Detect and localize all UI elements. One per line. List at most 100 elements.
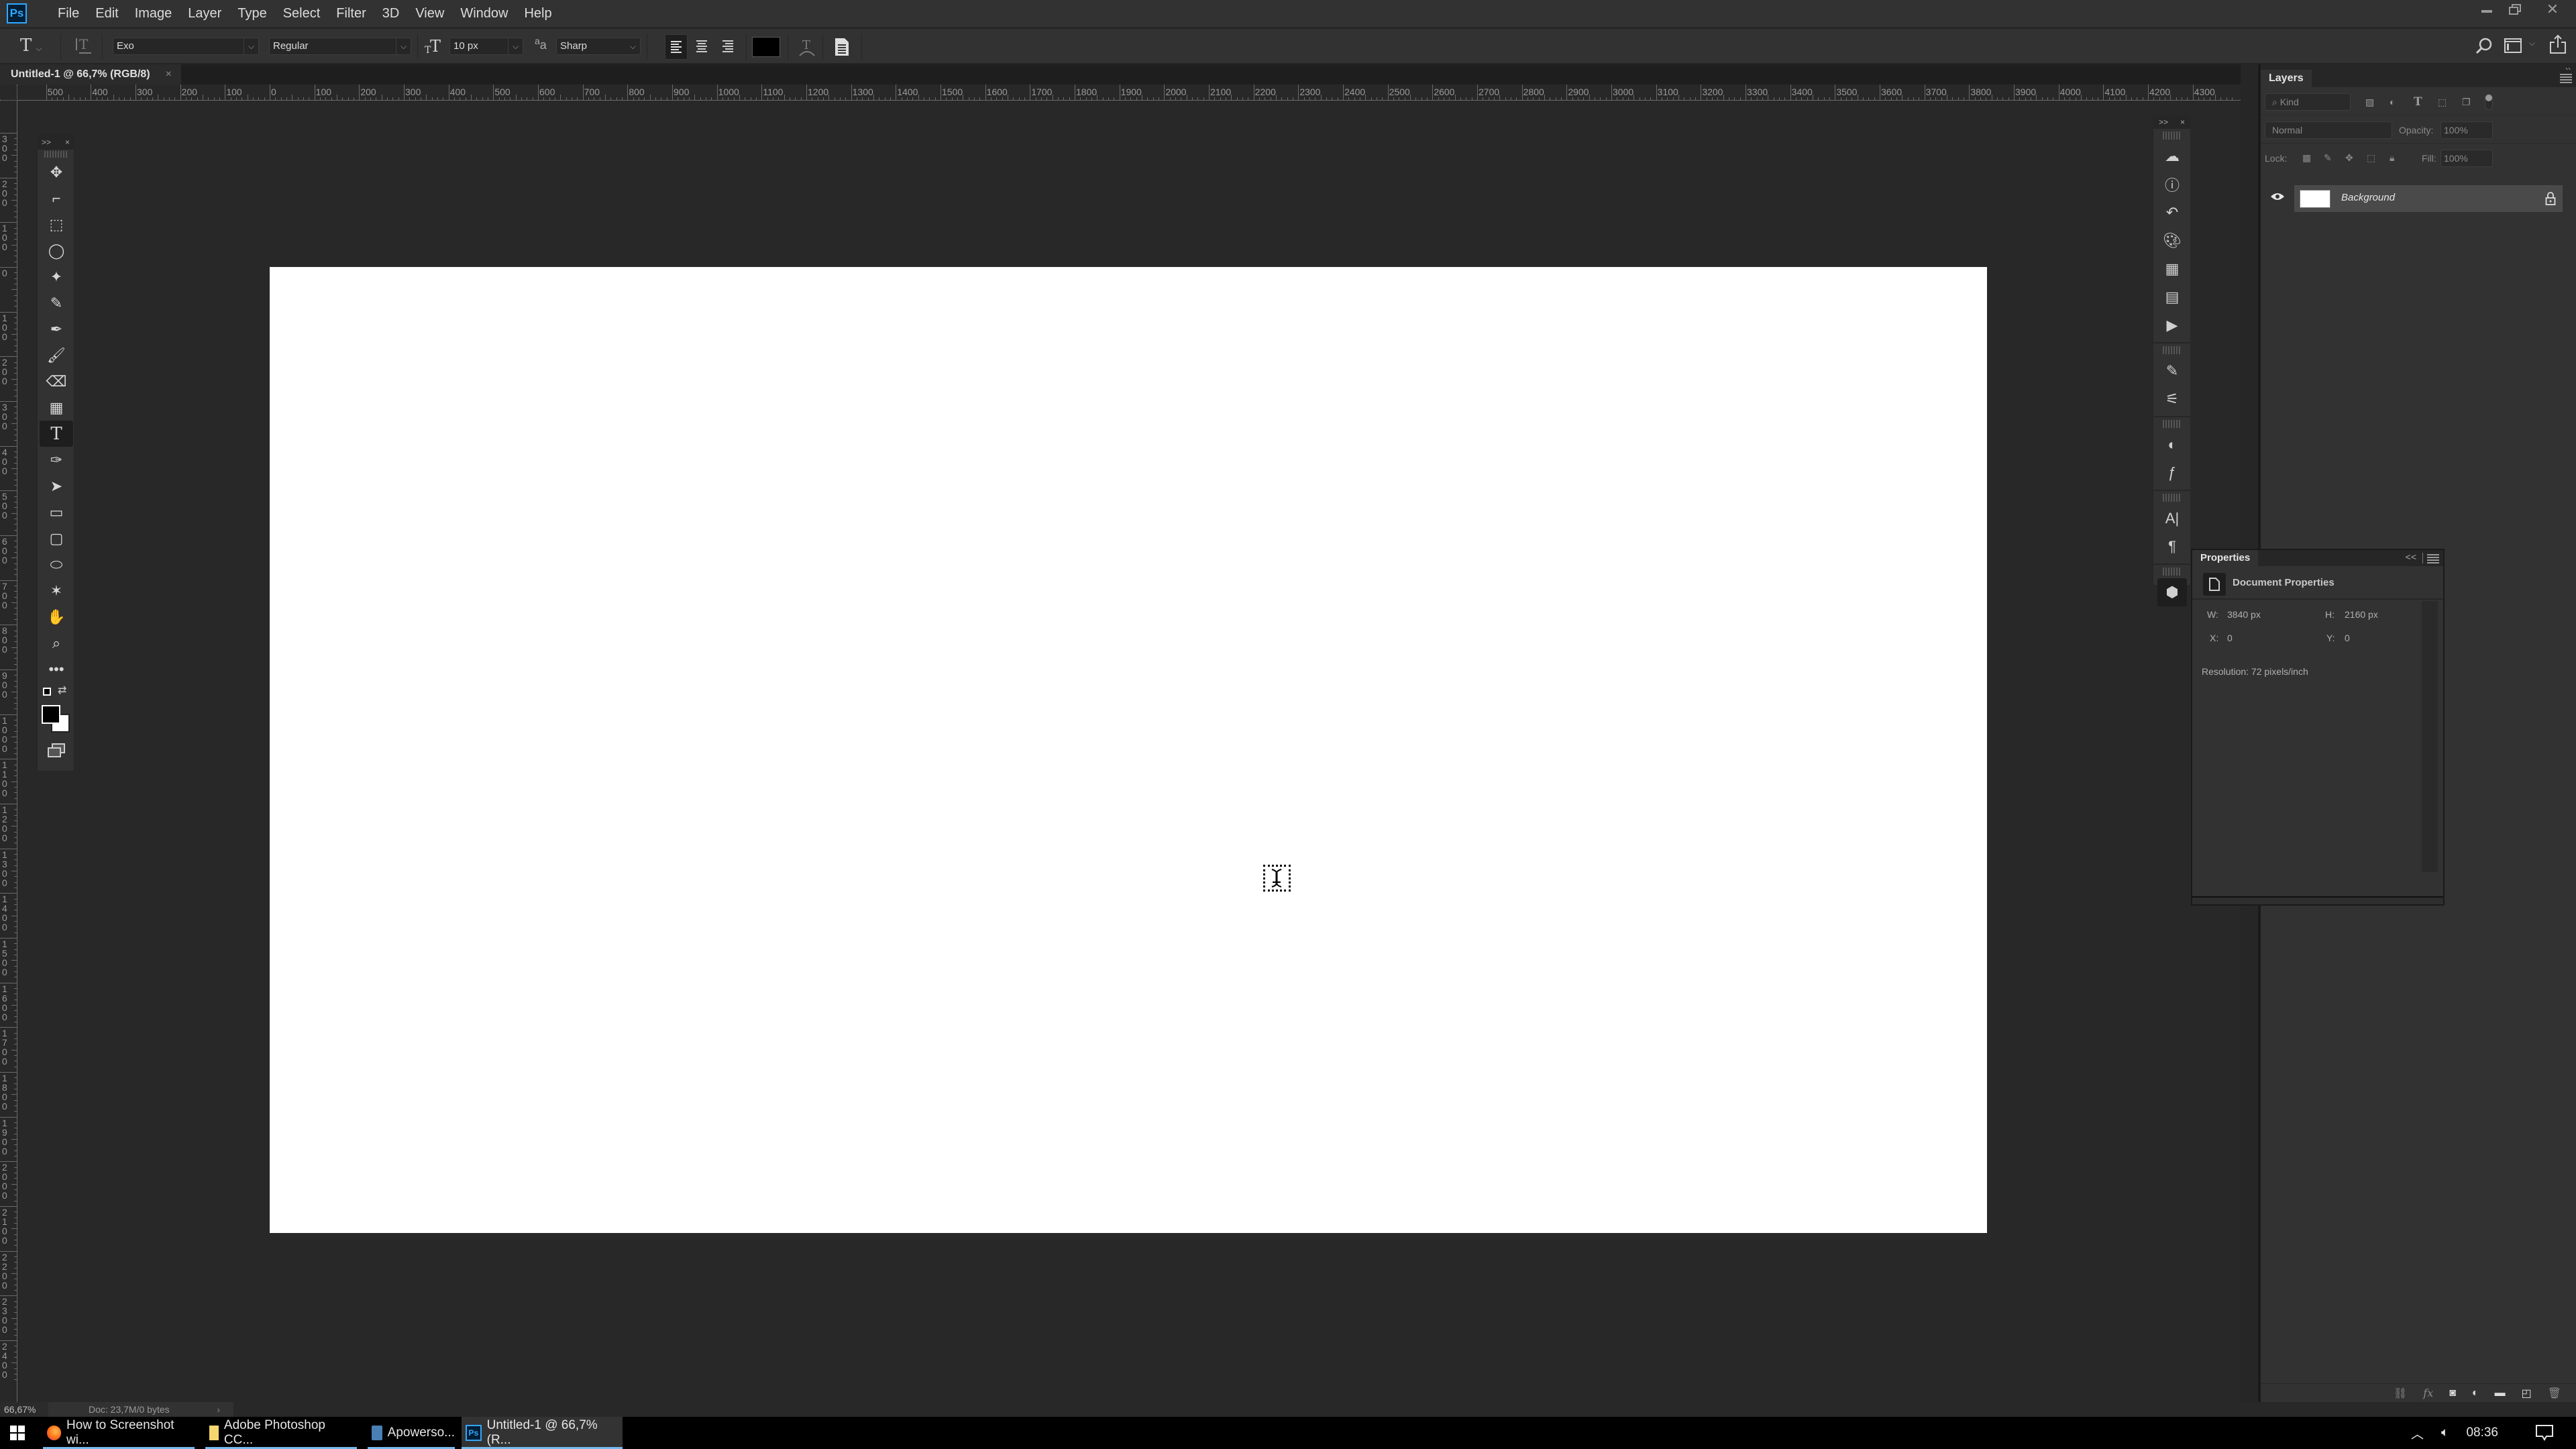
pen-tool[interactable]: ✑ [38, 447, 75, 473]
tab-properties[interactable]: Properties [2192, 550, 2259, 566]
y-value[interactable]: 0 [2345, 633, 2350, 643]
filter-type-icon[interactable]: T [2414, 95, 2422, 109]
lock-all-icon[interactable]: 🔒︎ [2390, 152, 2394, 164]
menu-filter[interactable]: Filter [328, 0, 374, 27]
history-icon[interactable]: ↶ [2153, 199, 2191, 227]
taskbar-item-firefox[interactable]: How to Screenshot wi... [43, 1417, 195, 1449]
horizontal-ruler[interactable]: 500 400 300 200 100 0 100 200 300 400 500 600 700 800… [17, 85, 2241, 101]
toggle-text-orientation-button[interactable]: T [74, 36, 94, 54]
ruler-origin[interactable] [0, 85, 17, 101]
start-button[interactable] [0, 1417, 35, 1449]
font-style-select[interactable]: Regular ⌵ [269, 38, 411, 55]
libraries-icon[interactable]: ☁ [2153, 142, 2191, 170]
align-center-button[interactable] [691, 34, 714, 60]
panel-group-grip[interactable] [2162, 420, 2182, 428]
toolbox-grip[interactable] [44, 151, 67, 158]
properties-icon[interactable]: ▤ [2153, 283, 2191, 311]
filter-pixel-icon[interactable]: ▨ [2365, 97, 2374, 108]
align-left-button[interactable] [665, 34, 688, 60]
filter-kind-select[interactable]: ⌕ Kind [2265, 93, 2351, 111]
info-icon[interactable]: ⓘ [2153, 170, 2191, 199]
swap-colors-icon[interactable]: ⇄ [58, 684, 66, 697]
panel-group-grip[interactable] [2162, 494, 2182, 502]
menu-3d[interactable]: 3D [374, 0, 408, 27]
taskbar-item-apowersoft[interactable]: Apowerso... [368, 1417, 455, 1449]
blend-mode-select[interactable]: Normal [2265, 121, 2392, 139]
layer-row-background[interactable]: Background [2294, 185, 2563, 212]
fill-input[interactable]: 100% [2440, 150, 2493, 167]
paragraph-icon[interactable]: ¶ [2153, 533, 2191, 561]
properties-scrollbar[interactable] [2422, 601, 2438, 872]
close-tab-icon[interactable]: × [166, 64, 172, 85]
artboard-tool[interactable]: ⌐ [38, 185, 75, 211]
lasso-tool[interactable]: ◯ [38, 237, 75, 264]
vertical-ruler[interactable]: 300 200 100 0 100 200 300 400 500 600 700 800 900 100… [0, 101, 17, 1402]
minimize-button[interactable] [2473, 0, 2501, 19]
swatches-icon[interactable]: ▦ [2153, 255, 2191, 283]
type-tool[interactable]: T [40, 421, 73, 447]
lock-image-icon[interactable]: ✎ [2324, 152, 2332, 164]
lock-position-icon[interactable]: ✥ [2345, 152, 2353, 164]
layers-panel-menu-icon[interactable] [2560, 74, 2572, 83]
clock[interactable]: 08:36 [2466, 1426, 2498, 1440]
show-hidden-icons[interactable]: ︿ [2411, 1424, 2424, 1442]
restore-button[interactable] [2501, 0, 2529, 19]
rectangular-marquee-tool[interactable]: ⬚ [38, 211, 75, 237]
width-value[interactable]: 3840 px [2227, 609, 2261, 620]
menu-edit[interactable]: Edit [87, 0, 126, 27]
warp-text-button[interactable]: T [797, 36, 817, 56]
zoom-tool[interactable]: ⌕ [38, 630, 75, 656]
align-right-button[interactable] [717, 34, 740, 60]
document-tab[interactable]: Untitled-1 @ 66,7% (RGB/8) × [0, 64, 181, 85]
x-value[interactable]: 0 [2227, 633, 2233, 643]
close-window-button[interactable]: ✕ [2529, 0, 2576, 19]
volume-icon[interactable]: 🔈︎ [2441, 1426, 2449, 1440]
adjustment-layer-icon[interactable]: ◐ [2472, 1387, 2479, 1399]
height-value[interactable]: 2160 px [2345, 609, 2378, 620]
character-icon[interactable]: A| [2153, 504, 2191, 533]
menu-file[interactable]: File [50, 0, 87, 27]
filter-shape-icon[interactable]: ⬚ [2438, 97, 2447, 108]
ellipse-tool[interactable]: ⬭ [38, 551, 75, 578]
fx-icon[interactable]: fx [2423, 1387, 2433, 1399]
quick-selection-tool[interactable]: ✎ [38, 290, 75, 316]
menu-help[interactable]: Help [516, 0, 559, 27]
menu-select[interactable]: Select [275, 0, 329, 27]
lock-artboard-icon[interactable]: ⬚ [2367, 152, 2375, 164]
anti-alias-select[interactable]: Sharp ⌵ [556, 38, 641, 55]
brush-tool[interactable]: 🖌 [38, 342, 75, 368]
filter-adjustment-icon[interactable]: ◐ [2390, 97, 2395, 107]
new-group-icon[interactable]: ▬ [2495, 1387, 2506, 1399]
font-family-select[interactable]: Exo ⌵ [113, 38, 259, 55]
brush-settings-icon[interactable]: ⚟ [2153, 385, 2191, 413]
properties-panel-menu-icon[interactable] [2427, 554, 2439, 564]
menu-type[interactable]: Type [229, 0, 274, 27]
menu-view[interactable]: View [407, 0, 452, 27]
taskbar-item-photoshop[interactable]: Ps Untitled-1 @ 66,7% (R... [462, 1417, 623, 1449]
collapse-panel-icon[interactable]: << [2406, 551, 2416, 562]
icon-strip-expand-icon[interactable]: >> [2159, 117, 2168, 127]
panel-group-grip[interactable] [2162, 568, 2182, 576]
toolbox-expand-icon[interactable]: >> [42, 138, 51, 147]
lock-transparent-icon[interactable]: ▦ [2302, 152, 2311, 164]
menu-layer[interactable]: Layer [180, 0, 229, 27]
panel-group-grip[interactable] [2162, 131, 2182, 140]
new-layer-icon[interactable]: ◰ [2522, 1387, 2532, 1400]
search-button[interactable] [2475, 37, 2493, 54]
eyedropper-tool[interactable]: ✒ [38, 316, 75, 342]
menu-image[interactable]: Image [127, 0, 180, 27]
delete-layer-icon[interactable]: 🗑︎ [2548, 1387, 2561, 1400]
toolbox-close-icon[interactable]: × [65, 138, 70, 147]
eraser-tool[interactable]: ⌫ [38, 368, 75, 394]
brush-presets-icon[interactable]: ✎ [2153, 357, 2191, 385]
styles-icon[interactable]: ƒ [2153, 459, 2191, 487]
icon-strip-close-icon[interactable]: × [2180, 117, 2185, 127]
workspace-button[interactable] [2504, 38, 2522, 56]
character-paragraph-panel-button[interactable] [834, 36, 851, 56]
actions-icon[interactable]: ▶ [2153, 311, 2191, 339]
screen-mode-button[interactable] [38, 737, 75, 763]
layer-name[interactable]: Background [2341, 192, 2395, 203]
document-canvas[interactable] [270, 267, 1987, 1233]
color-icon[interactable]: 🎨︎ [2153, 227, 2191, 255]
layer-visibility-toggle[interactable] [2270, 192, 2285, 201]
